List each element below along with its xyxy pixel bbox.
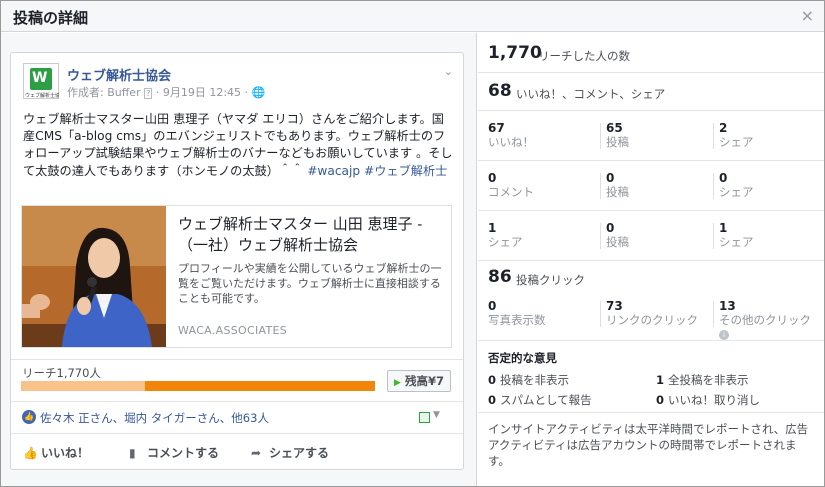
metric-photo-views: 0 写真表示数 (488, 299, 546, 327)
hashtag-link[interactable]: #ウェブ解析士 (364, 164, 447, 178)
thumbs-up-icon: 👍 (22, 410, 36, 424)
metric-other-clicks: 13 その他のクリック i (719, 299, 811, 340)
globe-icon: 🌐 (251, 86, 266, 99)
post-card: W ウェブ解析士協会 ウェブ解析士協会 作成者: Buffer ? · 9月19… (10, 52, 464, 470)
reach-progress-bar (21, 381, 375, 391)
likes-summary-row: 👍 佐々木 正さん、堀内 タイガーさん、他63人 ▼ (11, 401, 463, 431)
clicks-value: 86 (488, 267, 512, 287)
engagement-value: 68 (488, 81, 512, 101)
clicks-caption: 投稿クリック (516, 273, 585, 287)
comment-button[interactable]: ▮ コメントする (129, 444, 219, 461)
post-meta: 作成者: Buffer ? · 9月19日 12:45 · 🌐 (67, 84, 265, 100)
like-button[interactable]: 👍 いいね！ (23, 444, 89, 461)
metric-likes: 67 いいね！ (488, 121, 534, 149)
post-header: W ウェブ解析士協会 ウェブ解析士協会 作成者: Buffer ? · 9月19… (23, 63, 453, 103)
share-button[interactable]: ➦ シェアする (251, 444, 329, 461)
reach-row: リーチ1,770人 ▶ 残高¥7 (11, 359, 463, 401)
share-label: シェアする (269, 446, 330, 460)
share-icon: ➦ (251, 446, 262, 460)
hashtag-link[interactable]: #wacajp (307, 164, 360, 178)
comment-label: コメントする (147, 446, 220, 460)
reach-section: 1,770 リーチした人の数 (478, 33, 824, 73)
author-text: 作成者: Buffer (67, 86, 141, 99)
page-switcher-icon[interactable] (419, 412, 430, 423)
metric-comments-on-post: 0 投稿 (606, 171, 629, 199)
timezone-footnote: インサイトアクティビティは太平洋時間でレポートされ、広告アクティビティは広告アカ… (488, 422, 809, 468)
reach-progress-fill (144, 381, 375, 391)
dialog-title: 投稿の詳細 (13, 9, 89, 27)
metric-shares: 1 シェア (488, 221, 523, 249)
link-preview-card[interactable]: ウェブ解析士マスター 山田 恵理子 - （一社）ウェブ解析士協会 プロフィールや… (21, 205, 452, 348)
metric-comments-on-shares: 0 シェア (719, 171, 754, 199)
engagement-section: 68 いいね！、コメント、シェア (478, 73, 824, 111)
close-icon[interactable]: × (801, 6, 814, 25)
boost-label: 残高¥7 (404, 374, 444, 388)
metric-likes-on-post: 65 投稿 (606, 121, 629, 149)
play-icon: ▶ (394, 378, 401, 388)
post-body-text: ウェブ解析士マスター山田 恵理子（ヤマダ エリコ）さんをご紹介します。国産CMS… (23, 111, 455, 180)
link-domain: WACA.ASSOCIATES (178, 324, 288, 337)
post-actions: 👍 いいね！ ▮ コメントする ➦ シェアする (11, 433, 463, 469)
help-icon[interactable]: ? (144, 88, 153, 99)
clicks-section: 86 投稿クリック 0 写真表示数 73 リンクのクリック 13 その他のクリック i (478, 261, 824, 341)
link-description: プロフィールや実績を公開しているウェブ解析士の一覧をご覧いただけます。ウェブ解析… (178, 262, 442, 305)
engagement-row-2: 0 コメント 0 投稿 0 シェア (478, 161, 824, 211)
logo-caption: ウェブ解析士協会 (25, 93, 59, 99)
reach-value: 1,770 (488, 43, 542, 63)
link-preview-photo (22, 206, 166, 347)
caret-down-icon[interactable]: ▼ (433, 410, 440, 420)
engagement-row-3: 1 シェア 0 投稿 1 シェア (478, 211, 824, 261)
info-icon[interactable]: i (719, 329, 729, 340)
like-label: いいね！ (41, 446, 90, 460)
neg-hide-post: 0 投稿を非表示 (488, 373, 570, 387)
metric-comments: 0 コメント (488, 171, 534, 199)
dialog-titlebar: 投稿の詳細 × (1, 1, 824, 32)
likes-summary-link[interactable]: 佐々木 正さん、堀内 タイガーさん、他63人 (40, 410, 269, 426)
reach-caption: リーチした人の数 (538, 49, 630, 63)
page-name-link[interactable]: ウェブ解析士協会 (67, 65, 171, 84)
reach-label: リーチ1,770人 (22, 366, 101, 380)
neg-unlike: 0 いいね！取り消し (656, 393, 761, 407)
metric-shares-on-shares: 1 シェア (719, 221, 754, 249)
neg-hide-all: 1 全投稿を非表示 (656, 373, 749, 387)
boost-post-button[interactable]: ▶ 残高¥7 (387, 370, 451, 392)
negative-feedback-section: 否定的な意見 0 投稿を非表示 1 全投稿を非表示 0 スパムとして報告 0 いいね！取… (478, 341, 824, 413)
link-title[interactable]: ウェブ解析士マスター 山田 恵理子 - （一社）ウェブ解析士協会 (178, 214, 448, 256)
insights-pane: 1,770 リーチした人の数 68 いいね！、コメント、シェア 67 いいね！ 6… (478, 33, 824, 486)
post-timestamp[interactable]: · 9月19日 12:45 · (156, 86, 248, 99)
post-preview-pane: W ウェブ解析士協会 ウェブ解析士協会 作成者: Buffer ? · 9月19… (1, 33, 477, 486)
thumbs-up-icon: 👍 (23, 446, 38, 460)
page-avatar[interactable]: W ウェブ解析士協会 (23, 63, 59, 99)
engagement-row-1: 67 いいね！ 65 投稿 2 シェア (478, 111, 824, 161)
chevron-down-icon[interactable]: ⌄ (444, 65, 453, 78)
comment-icon: ▮ (129, 446, 136, 460)
post-details-dialog: 投稿の詳細 × W ウェブ解析士協会 ウェブ解析士協会 作成者: Buffer … (0, 0, 825, 487)
metric-likes-on-shares: 2 シェア (719, 121, 754, 149)
engagement-caption: いいね！、コメント、シェア (516, 87, 666, 101)
negative-feedback-title: 否定的な意見 (488, 351, 557, 365)
metric-shares-on-post: 0 投稿 (606, 221, 629, 249)
neg-report-spam: 0 スパムとして報告 (488, 393, 592, 407)
metric-link-clicks: 73 リンクのクリック (606, 299, 698, 327)
